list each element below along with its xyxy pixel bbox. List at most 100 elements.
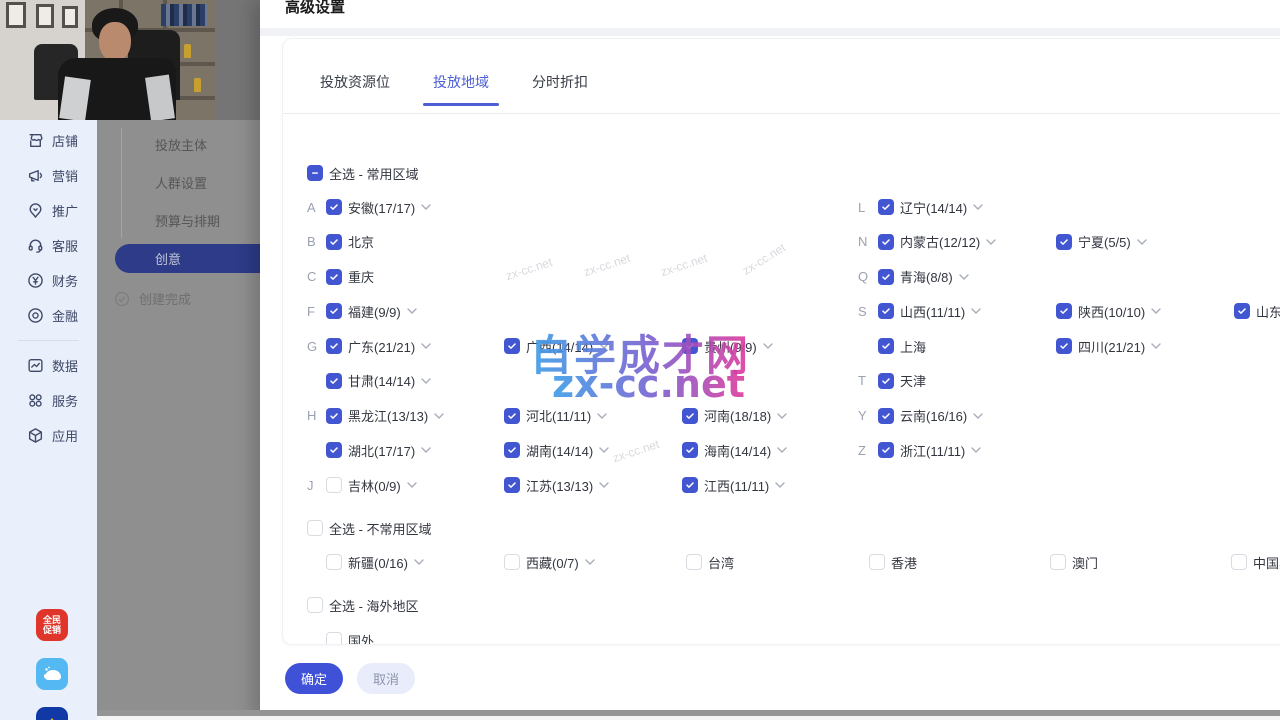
region-item-上海[interactable]: 上海: [878, 336, 926, 356]
region-item-内蒙古[interactable]: 内蒙古(12/12): [878, 232, 996, 252]
region-item-福建[interactable]: 福建(9/9): [326, 301, 417, 321]
checkbox-unchecked[interactable]: [1050, 554, 1066, 570]
sidebar-item-data[interactable]: 数据: [0, 348, 97, 383]
region-item-贵州[interactable]: 贵州(9/9): [682, 336, 773, 356]
checkbox-checked[interactable]: [326, 199, 342, 215]
sidebar-item-apps[interactable]: 应用: [0, 418, 97, 453]
region-item-陕西[interactable]: 陕西(10/10): [1056, 301, 1161, 321]
chevron-down-icon[interactable]: [421, 447, 431, 453]
checkbox-indeterminate[interactable]: [307, 165, 323, 181]
region-item-黑龙江[interactable]: 黑龙江(13/13): [326, 406, 444, 426]
checkbox-checked[interactable]: [878, 442, 894, 458]
region-item-云南[interactable]: 云南(16/16): [878, 406, 983, 426]
region-item-广西[interactable]: 广西(14/14): [504, 336, 609, 356]
checkbox-checked[interactable]: [878, 269, 894, 285]
chevron-down-icon[interactable]: [763, 343, 773, 349]
sidebar-item-financial[interactable]: 金融: [0, 298, 97, 333]
region-item-浙江[interactable]: 浙江(11/11): [878, 440, 981, 460]
checkbox-checked[interactable]: [326, 269, 342, 285]
app-crown[interactable]: [36, 707, 68, 720]
app-quanmin-cuxiao[interactable]: 全民 促销: [36, 609, 68, 641]
region-item-香港[interactable]: 香港: [869, 552, 917, 572]
step-item[interactable]: 人群设置: [155, 172, 207, 192]
cancel-button[interactable]: 取消: [357, 663, 415, 694]
step-item-done[interactable]: 创建完成: [114, 289, 191, 308]
sidebar-item-shop[interactable]: 店铺: [0, 123, 97, 158]
chevron-down-icon[interactable]: [986, 239, 996, 245]
app-whale[interactable]: [36, 658, 68, 690]
region-item-北京[interactable]: 北京: [326, 232, 374, 252]
region-item-青海[interactable]: 青海(8/8): [878, 267, 969, 287]
region-item-新疆[interactable]: 新疆(0/16): [326, 552, 424, 572]
region-item-宁夏[interactable]: 宁夏(5/5): [1056, 232, 1147, 252]
chevron-down-icon[interactable]: [414, 559, 424, 565]
chevron-down-icon[interactable]: [971, 308, 981, 314]
chevron-down-icon[interactable]: [973, 204, 983, 210]
region-item-国外[interactable]: 国外: [326, 630, 374, 645]
region-item-海南[interactable]: 海南(14/14): [682, 440, 787, 460]
checkbox-checked[interactable]: [1056, 234, 1072, 250]
region-item-江苏[interactable]: 江苏(13/13): [504, 475, 609, 495]
checkbox-checked[interactable]: [326, 338, 342, 354]
chevron-down-icon[interactable]: [775, 482, 785, 488]
checkbox-checked[interactable]: [878, 373, 894, 389]
chevron-down-icon[interactable]: [434, 413, 444, 419]
region-item-山西[interactable]: 山西(11/11): [878, 301, 981, 321]
checkbox-checked[interactable]: [682, 442, 698, 458]
chevron-down-icon[interactable]: [597, 413, 607, 419]
chevron-down-icon[interactable]: [973, 413, 983, 419]
checkbox-checked[interactable]: [1056, 338, 1072, 354]
chevron-down-icon[interactable]: [1137, 239, 1147, 245]
region-item-select-all-overseas[interactable]: 全选 - 海外地区: [307, 595, 419, 615]
chevron-down-icon[interactable]: [421, 343, 431, 349]
sidebar-item-services[interactable]: 服务: [0, 383, 97, 418]
checkbox-checked[interactable]: [326, 373, 342, 389]
chevron-down-icon[interactable]: [1151, 343, 1161, 349]
region-item-山东[interactable]: 山东(1: [1234, 301, 1280, 321]
checkbox-unchecked[interactable]: [869, 554, 885, 570]
checkbox-checked[interactable]: [878, 303, 894, 319]
step-item[interactable]: 投放主体: [155, 134, 207, 154]
checkbox-checked[interactable]: [326, 303, 342, 319]
region-item-湖北[interactable]: 湖北(17/17): [326, 440, 431, 460]
sidebar-item-finance[interactable]: 财务: [0, 263, 97, 298]
checkbox-unchecked[interactable]: [307, 597, 323, 613]
sidebar-item-promotion[interactable]: 推广: [0, 193, 97, 228]
checkbox-checked[interactable]: [878, 338, 894, 354]
tab-placements[interactable]: 投放资源位: [316, 58, 394, 106]
checkbox-checked[interactable]: [326, 442, 342, 458]
step-item-active[interactable]: 创意: [115, 244, 260, 273]
chevron-down-icon[interactable]: [585, 559, 595, 565]
region-item-安徽[interactable]: 安徽(17/17): [326, 197, 431, 217]
region-item-甘肃[interactable]: 甘肃(14/14): [326, 371, 431, 391]
region-item-中国其[interactable]: 中国其: [1231, 552, 1280, 572]
sidebar-item-service[interactable]: 客服: [0, 228, 97, 263]
checkbox-unchecked[interactable]: [326, 554, 342, 570]
checkbox-checked[interactable]: [682, 408, 698, 424]
chevron-down-icon[interactable]: [421, 204, 431, 210]
chevron-down-icon[interactable]: [407, 482, 417, 488]
step-item[interactable]: 预算与排期: [155, 210, 220, 230]
region-item-西藏[interactable]: 西藏(0/7): [504, 552, 595, 572]
chevron-down-icon[interactable]: [599, 343, 609, 349]
checkbox-unchecked[interactable]: [686, 554, 702, 570]
chevron-down-icon[interactable]: [599, 482, 609, 488]
checkbox-checked[interactable]: [878, 408, 894, 424]
chevron-down-icon[interactable]: [421, 378, 431, 384]
tab-regions[interactable]: 投放地域: [429, 58, 493, 106]
chevron-down-icon[interactable]: [599, 447, 609, 453]
chevron-down-icon[interactable]: [777, 447, 787, 453]
checkbox-checked[interactable]: [504, 408, 520, 424]
confirm-button[interactable]: 确定: [285, 663, 343, 694]
chevron-down-icon[interactable]: [971, 447, 981, 453]
region-item-select-all-uncommon[interactable]: 全选 - 不常用区域: [307, 518, 432, 538]
checkbox-unchecked[interactable]: [307, 520, 323, 536]
region-item-select-all-common[interactable]: 全选 - 常用区域: [307, 163, 419, 183]
region-item-江西[interactable]: 江西(11/11): [682, 475, 785, 495]
checkbox-unchecked[interactable]: [1231, 554, 1247, 570]
checkbox-checked[interactable]: [682, 338, 698, 354]
checkbox-unchecked[interactable]: [326, 632, 342, 645]
checkbox-checked[interactable]: [326, 408, 342, 424]
checkbox-checked[interactable]: [682, 477, 698, 493]
region-item-四川[interactable]: 四川(21/21): [1056, 336, 1161, 356]
